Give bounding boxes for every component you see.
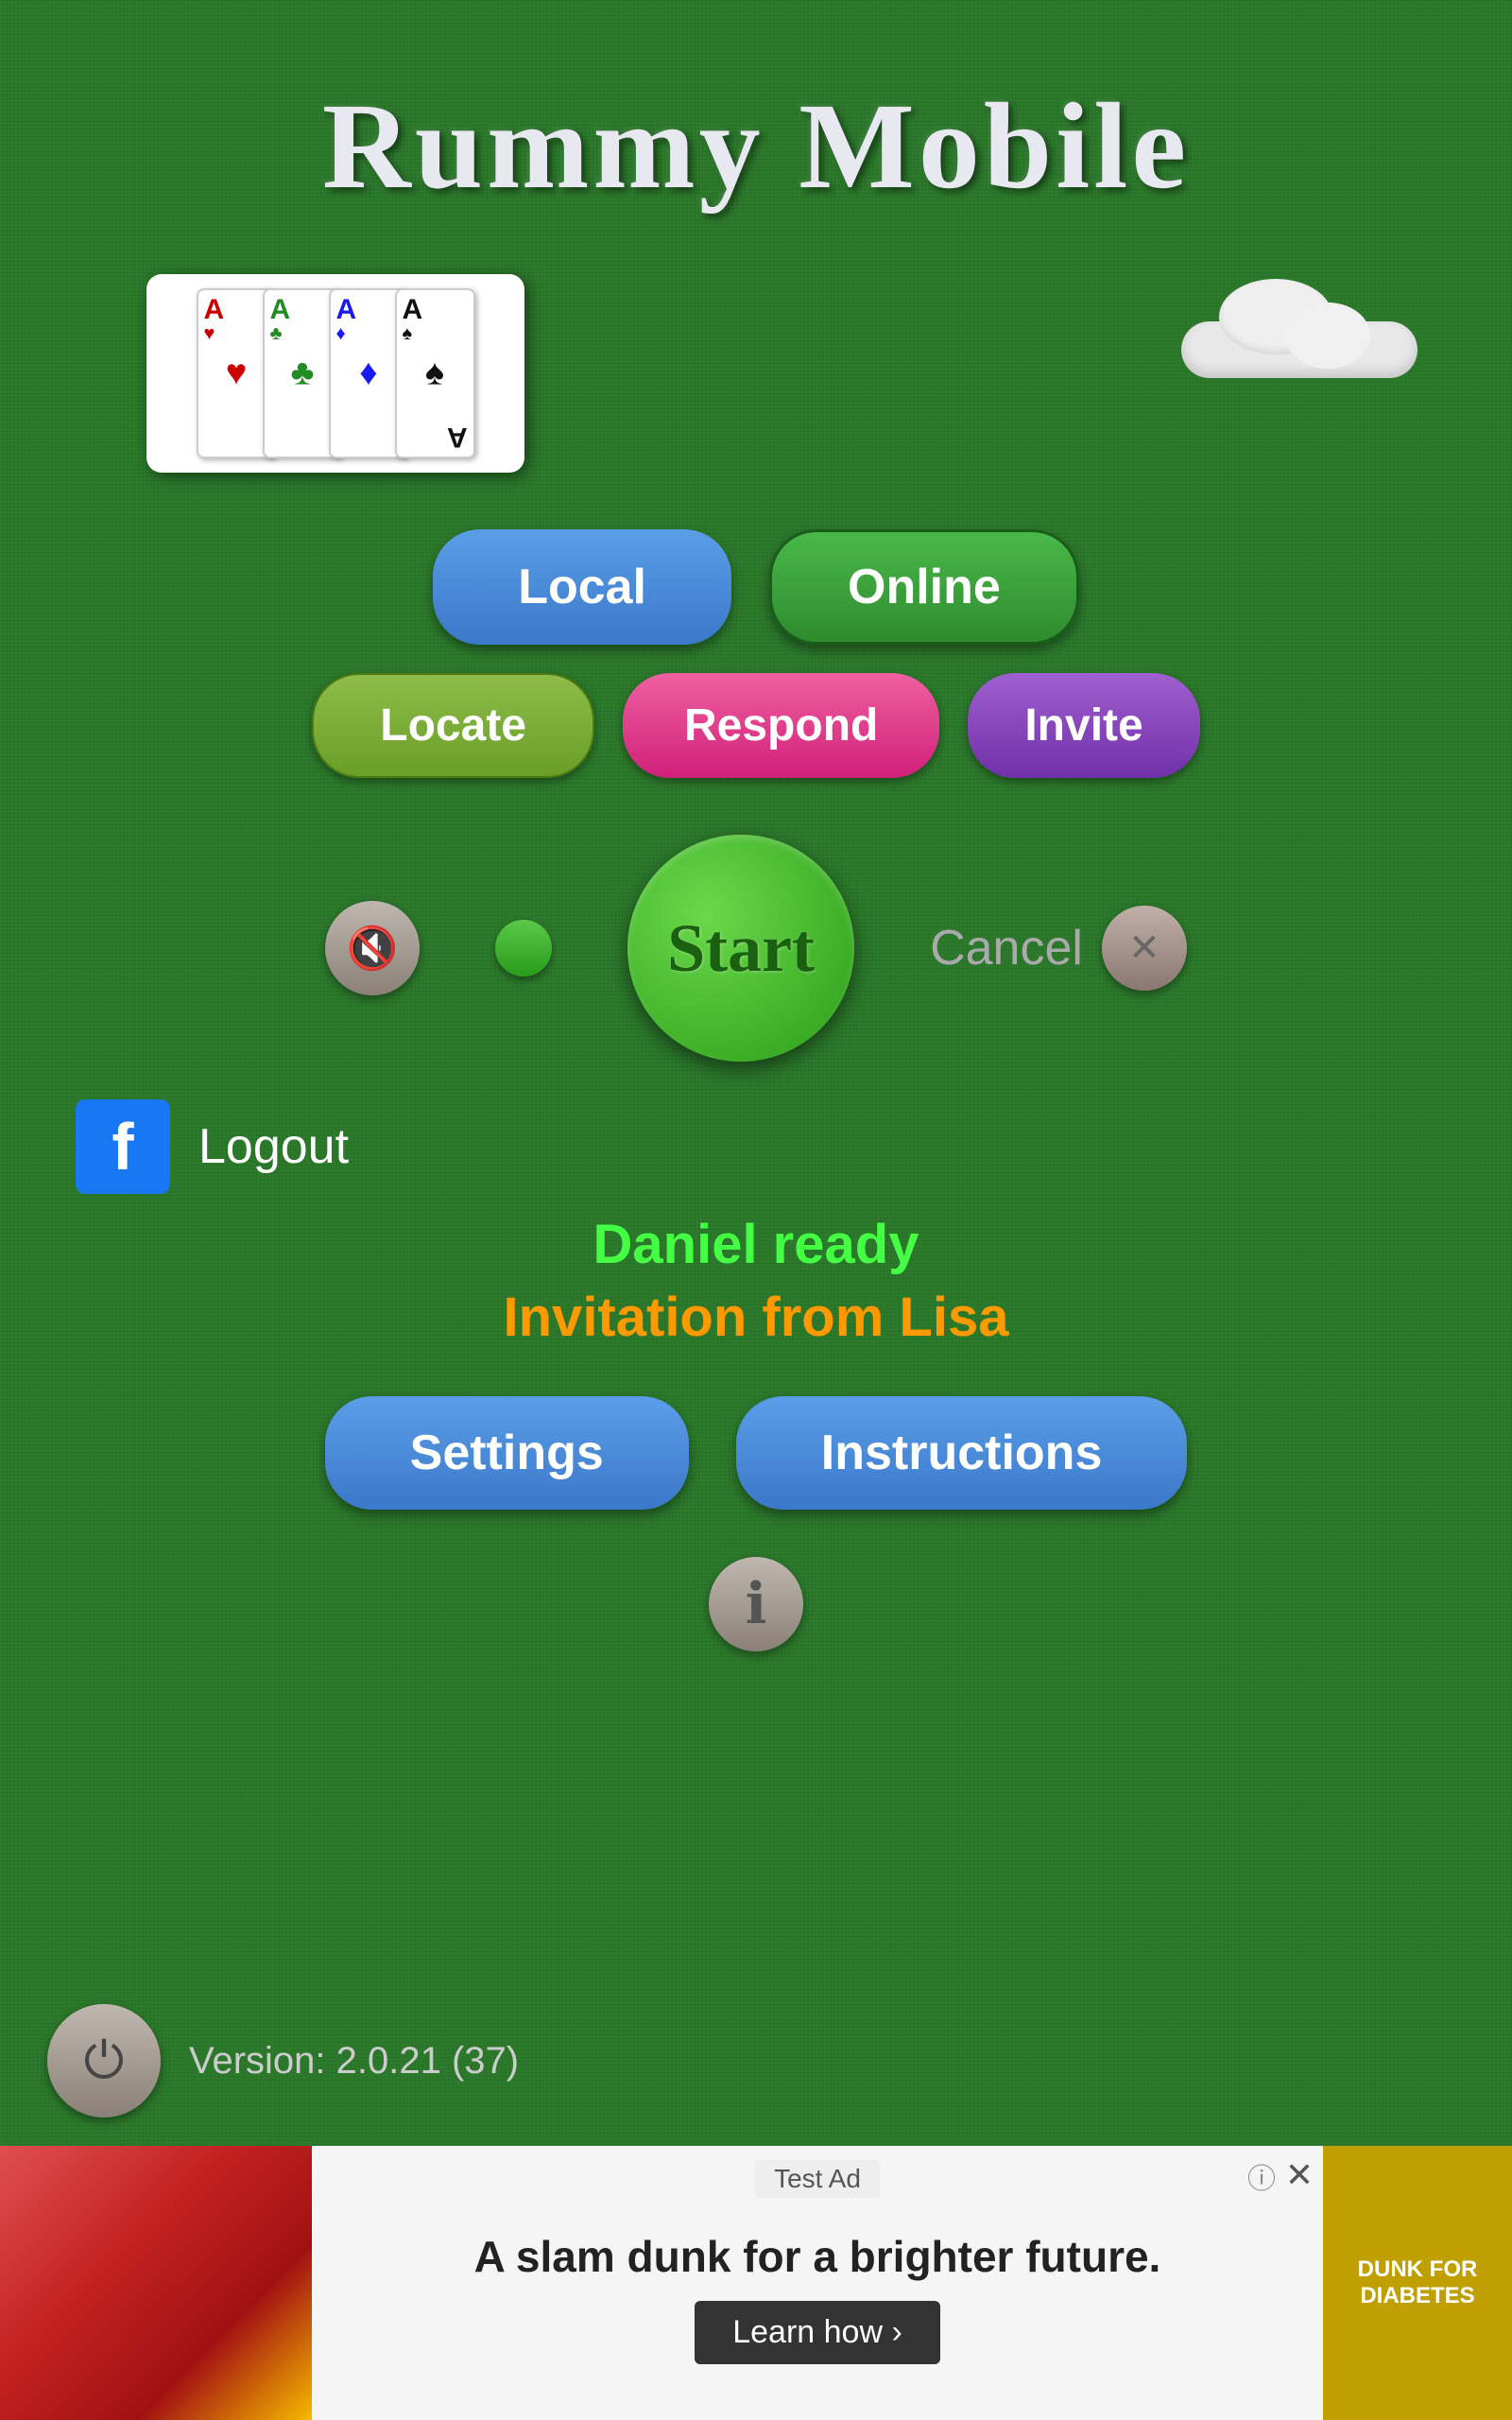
online-button[interactable]: Online	[769, 529, 1079, 645]
ad-logo: DUNK FOR DIABETES	[1323, 2146, 1512, 2420]
controls-row: 🔇 Start Cancel ✕	[325, 835, 1187, 1062]
ad-info-icon[interactable]: ⓘ	[1247, 2155, 1276, 2197]
ad-close-icon[interactable]: ✕	[1285, 2155, 1314, 2195]
ad-logo-text: DUNK FOR DIABETES	[1358, 2256, 1478, 2309]
start-button[interactable]: Start	[627, 835, 854, 1062]
ad-test-label: Test Ad	[755, 2160, 880, 2198]
power-area: ⏻ Version: 2.0.21 (37)	[47, 2004, 519, 2118]
power-button[interactable]: ⏻	[47, 2004, 161, 2118]
ad-content-area: Test Ad ⓘ ✕ A slam dunk for a brighter f…	[312, 2146, 1323, 2420]
cancel-group: Cancel ✕	[930, 906, 1187, 991]
game-mode-row: Local Online	[433, 529, 1079, 645]
fb-logout-row: f Logout	[76, 1099, 1399, 1194]
sub-mode-row: Locate Respond Invite	[312, 673, 1199, 778]
mute-icon: 🔇	[347, 924, 399, 973]
info-button[interactable]: ℹ	[709, 1557, 803, 1651]
invite-button[interactable]: Invite	[968, 673, 1199, 778]
player-ready-dot[interactable]	[495, 920, 552, 977]
local-button[interactable]: Local	[433, 529, 731, 645]
ad-learn-more-button[interactable]: Learn how ›	[695, 2301, 940, 2364]
app-title: Rummy Mobile	[0, 0, 1512, 217]
power-icon: ⏻	[84, 2031, 125, 2091]
settings-button[interactable]: Settings	[325, 1396, 689, 1510]
mute-button[interactable]: 🔇	[325, 901, 420, 995]
invitation-status: Invitation from Lisa	[504, 1286, 1009, 1349]
respond-button[interactable]: Respond	[623, 673, 939, 778]
close-icon: ✕	[1128, 926, 1160, 970]
cancel-label: Cancel	[930, 920, 1083, 977]
ad-image	[0, 2146, 312, 2420]
ad-banner: Test Ad ⓘ ✕ A slam dunk for a brighter f…	[0, 2146, 1512, 2420]
facebook-icon[interactable]: f	[76, 1099, 170, 1194]
settings-instructions-row: Settings Instructions	[325, 1396, 1188, 1510]
locate-button[interactable]: Locate	[312, 673, 594, 778]
cancel-button[interactable]: ✕	[1102, 906, 1187, 991]
player-ready-status: Daniel ready	[593, 1213, 919, 1276]
ad-main-text: A slam dunk for a brighter future.	[474, 2231, 1161, 2282]
card-4: A ♠ ♠ A	[395, 288, 475, 458]
version-text: Version: 2.0.21 (37)	[189, 2040, 519, 2083]
logout-button[interactable]: Logout	[198, 1118, 349, 1175]
instructions-button[interactable]: Instructions	[736, 1396, 1188, 1510]
info-icon: ℹ	[746, 1571, 767, 1637]
